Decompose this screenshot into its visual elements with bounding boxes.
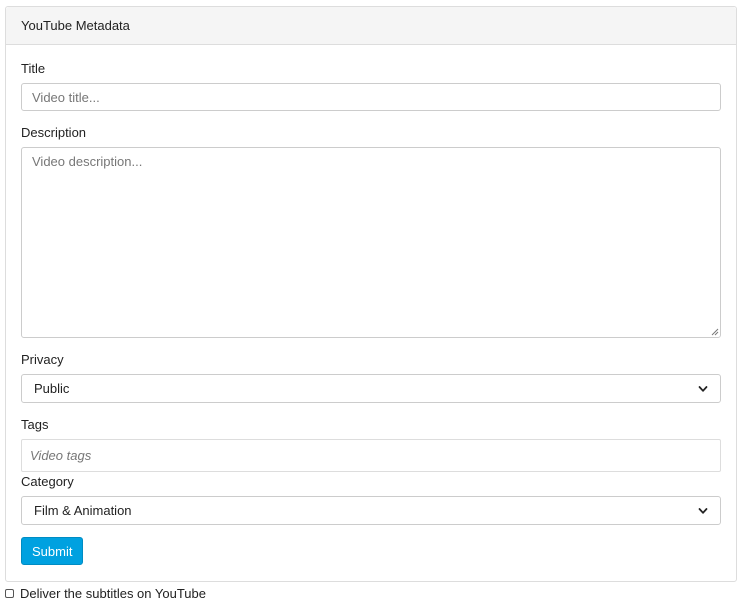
resize-grip-icon[interactable] bbox=[710, 327, 719, 336]
panel-heading: YouTube Metadata bbox=[6, 7, 736, 45]
tags-input[interactable]: Video tags bbox=[21, 439, 721, 472]
chevron-down-icon bbox=[698, 385, 708, 392]
privacy-selected-value: Public bbox=[34, 381, 70, 396]
description-label: Description bbox=[21, 125, 87, 140]
privacy-select[interactable]: Public bbox=[21, 374, 721, 403]
tags-placeholder: Video tags bbox=[30, 448, 92, 463]
deliver-subtitles-checkbox[interactable] bbox=[5, 589, 14, 598]
category-selected-value: Film & Animation bbox=[34, 503, 132, 518]
description-placeholder: Video description... bbox=[32, 154, 143, 169]
description-textarea[interactable]: Video description... bbox=[21, 147, 721, 338]
tags-label: Tags bbox=[21, 417, 49, 432]
youtube-metadata-panel: YouTube Metadata Title Video title... De… bbox=[5, 6, 737, 582]
panel-title: YouTube Metadata bbox=[21, 18, 130, 33]
submit-button[interactable]: Submit bbox=[21, 537, 84, 565]
title-input[interactable]: Video title... bbox=[21, 83, 721, 111]
title-input-placeholder: Video title... bbox=[32, 89, 100, 105]
privacy-label: Privacy bbox=[21, 352, 64, 367]
deliver-subtitles-row: Deliver the subtitles on YouTube bbox=[5, 586, 206, 601]
title-label: Title bbox=[21, 61, 46, 76]
category-label: Category bbox=[21, 474, 74, 489]
chevron-down-icon bbox=[698, 507, 708, 514]
category-select[interactable]: Film & Animation bbox=[21, 496, 721, 525]
deliver-subtitles-label[interactable]: Deliver the subtitles on YouTube bbox=[20, 586, 206, 601]
